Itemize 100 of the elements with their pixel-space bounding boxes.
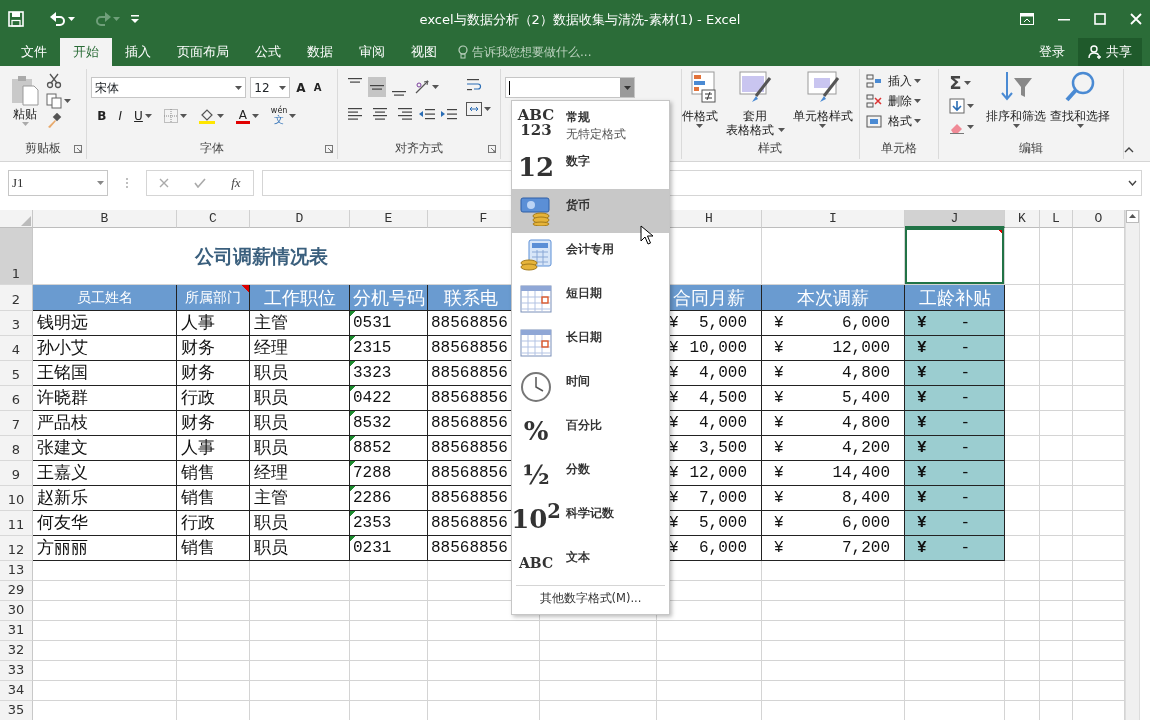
ribbon-tab[interactable]: 审阅 bbox=[346, 38, 398, 66]
paste-button[interactable]: 粘贴 bbox=[8, 73, 42, 139]
row-header[interactable]: 13 bbox=[0, 561, 33, 581]
align-right-icon[interactable] bbox=[395, 106, 412, 122]
find-select-button[interactable]: 查找和选择 bbox=[1048, 69, 1113, 139]
ribbon-tab[interactable]: 插入 bbox=[112, 38, 164, 66]
row-header[interactable]: 7 bbox=[0, 411, 33, 436]
format-option[interactable]: 货币 bbox=[512, 189, 669, 233]
vertical-align-button[interactable] bbox=[367, 77, 386, 97]
underline-button[interactable]: U bbox=[132, 109, 154, 123]
phonetic-button[interactable]: wén 文 bbox=[268, 106, 299, 126]
close-icon[interactable] bbox=[1130, 13, 1142, 25]
autosum-button[interactable]: Σ bbox=[947, 73, 977, 93]
ribbon-tab[interactable]: 开始 bbox=[60, 38, 112, 66]
row-header[interactable]: 32 bbox=[0, 641, 33, 661]
row-header[interactable]: 8 bbox=[0, 436, 33, 461]
row-header[interactable]: 30 bbox=[0, 601, 33, 621]
row-header[interactable]: 6 bbox=[0, 386, 33, 411]
column-header[interactable]: L bbox=[1040, 210, 1073, 228]
table-cell: 赵新乐 bbox=[33, 486, 177, 511]
share-button[interactable]: 共享 bbox=[1078, 38, 1142, 66]
format-option[interactable]: ABC 123 常规 无特定格式 bbox=[512, 101, 669, 145]
column-header[interactable]: I bbox=[762, 210, 905, 228]
column-header[interactable]: B bbox=[33, 210, 177, 228]
format-as-table-button[interactable]: 套用 表格格式 bbox=[723, 69, 787, 139]
conditional-format-button[interactable]: 件格式 bbox=[681, 69, 720, 139]
ribbon-tab[interactable]: 公式 bbox=[242, 38, 294, 66]
more-formats-link[interactable]: 其他数字格式(M)... bbox=[539, 591, 642, 605]
group-label: 对齐方式 bbox=[394, 141, 443, 155]
ribbon-display-icon[interactable] bbox=[1020, 13, 1034, 25]
font-color-button[interactable]: A bbox=[233, 107, 261, 125]
copy-button[interactable] bbox=[46, 93, 71, 109]
dropdown-button[interactable] bbox=[620, 78, 635, 97]
decrease-font-button[interactable]: A bbox=[311, 81, 324, 94]
font-size-field[interactable]: 12 bbox=[250, 77, 291, 98]
wrap-text-icon[interactable] bbox=[465, 77, 482, 93]
currency-symbol: ¥ bbox=[916, 488, 927, 509]
increase-font-button[interactable]: A bbox=[294, 80, 308, 95]
fill-color-button[interactable] bbox=[196, 107, 226, 125]
maximize-icon[interactable] bbox=[1094, 13, 1106, 25]
italic-button[interactable]: I bbox=[116, 109, 125, 123]
sort-filter-button[interactable]: 排序和筛选 bbox=[984, 69, 1049, 139]
number-format-field[interactable] bbox=[505, 77, 636, 98]
row-header[interactable]: 35 bbox=[0, 701, 33, 720]
bold-button[interactable]: B bbox=[95, 109, 109, 123]
column-header[interactable]: O bbox=[1073, 210, 1125, 228]
borders-button[interactable] bbox=[161, 108, 189, 124]
ribbon-tab[interactable]: 视图 bbox=[398, 38, 450, 66]
format-painter-icon[interactable] bbox=[46, 113, 62, 129]
ribbon-tab[interactable]: 页面布局 bbox=[164, 38, 242, 66]
dialog-launcher-icon[interactable] bbox=[488, 145, 497, 153]
format-option[interactable]: 12 数字 bbox=[512, 145, 669, 189]
row-header[interactable]: 9 bbox=[0, 461, 33, 486]
tell-me-field[interactable]: 告诉我您想要做什么... bbox=[472, 43, 592, 61]
row-header[interactable]: 34 bbox=[0, 681, 33, 701]
fill-button[interactable] bbox=[947, 97, 977, 115]
increase-indent-icon[interactable] bbox=[439, 106, 458, 122]
cells-menu-button[interactable]: 删除 bbox=[863, 93, 923, 109]
active-cell[interactable] bbox=[905, 228, 1005, 285]
row-header[interactable]: 31 bbox=[0, 621, 33, 641]
column-header[interactable]: J bbox=[905, 210, 1005, 228]
row-header[interactable]: 4 bbox=[0, 336, 33, 361]
currency-symbol: ¥ bbox=[773, 388, 784, 409]
vertical-scrollbar[interactable] bbox=[1125, 210, 1140, 720]
row-header[interactable]: 2 bbox=[0, 285, 33, 311]
customize-icon[interactable] bbox=[130, 13, 140, 25]
row-header[interactable]: 10 bbox=[0, 486, 33, 511]
cell-value: 5,000 bbox=[698, 513, 748, 534]
column-header[interactable]: D bbox=[250, 210, 350, 228]
save-icon[interactable] bbox=[8, 11, 24, 27]
sign-in-link[interactable]: 登录 bbox=[1026, 38, 1078, 66]
font-name-field[interactable]: 宋体 bbox=[91, 77, 247, 98]
column-header[interactable]: K bbox=[1005, 210, 1040, 228]
row-header[interactable]: 29 bbox=[0, 581, 33, 601]
row-header[interactable]: 5 bbox=[0, 361, 33, 386]
align-center-icon[interactable] bbox=[371, 106, 388, 122]
name-box[interactable]: J1 bbox=[8, 170, 108, 196]
row-header[interactable]: 12 bbox=[0, 536, 33, 561]
dialog-launcher-icon[interactable] bbox=[74, 145, 83, 153]
cell-styles-button[interactable]: 单元格样式 bbox=[790, 69, 855, 139]
caret-icon bbox=[97, 181, 104, 185]
column-header[interactable]: C bbox=[177, 210, 250, 228]
option-label: 长日期 bbox=[566, 329, 602, 346]
insert-function-button[interactable]: fx bbox=[231, 173, 241, 193]
column-header[interactable]: E bbox=[350, 210, 428, 228]
row-header[interactable]: 33 bbox=[0, 661, 33, 681]
cells-menu-button[interactable]: 格式 bbox=[863, 113, 923, 129]
scissors-icon[interactable] bbox=[46, 73, 62, 89]
row-header[interactable]: 3 bbox=[0, 311, 33, 336]
row-header[interactable]: 11 bbox=[0, 511, 33, 536]
dialog-launcher-icon[interactable] bbox=[324, 145, 333, 153]
decrease-indent-icon[interactable] bbox=[417, 106, 436, 122]
ribbon-tab[interactable]: 数据 bbox=[294, 38, 346, 66]
collapse-ribbon-icon[interactable] bbox=[1124, 147, 1134, 153]
undo-button[interactable] bbox=[48, 10, 77, 28]
merge-button[interactable] bbox=[465, 101, 491, 117]
align-left-icon[interactable] bbox=[347, 106, 364, 122]
ribbon-tab[interactable]: 文件 bbox=[8, 38, 60, 66]
row-header[interactable]: 1 bbox=[0, 228, 33, 285]
cells-menu-button[interactable]: 插入 bbox=[863, 73, 923, 89]
